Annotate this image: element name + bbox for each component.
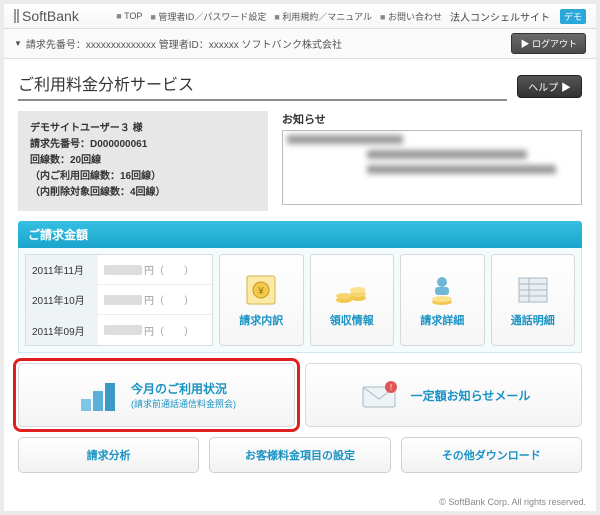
wide-label: 一定額お知らせメール [411, 387, 531, 404]
billing-analysis-button[interactable]: 請求分析 [18, 437, 199, 473]
other-download-button[interactable]: その他ダウンロード [401, 437, 582, 473]
bill-section-header: ご請求金額 [18, 221, 582, 248]
top-nav: TOP 管理者ID／パスワード設定 利用規約／マニュアル お問い合わせ 法人コン… [116, 9, 586, 24]
logout-button[interactable]: ▶ ログアウト [511, 33, 586, 54]
breadcrumb: ▼ 請求先番号：xxxxxxxxxxxxxx 管理者ID：xxxxxx ソフトバン… [14, 36, 342, 51]
notice-box [282, 130, 582, 205]
svg-text:!: ! [389, 383, 391, 392]
wide-sublabel: (請求前通話通信料金照会) [131, 397, 236, 410]
card-invoice-detail[interactable]: 請求詳細 [400, 254, 485, 346]
card-label: 領収情報 [330, 312, 374, 328]
corp-site-label: 法人コンシェルサイト [450, 9, 550, 24]
coins-stack-icon [332, 272, 372, 308]
footer-copyright: © SoftBank Corp. All rights reserved. [439, 497, 586, 507]
nav-top[interactable]: TOP [116, 11, 142, 21]
notice-heading: お知らせ [282, 111, 582, 127]
user-info-box: デモサイトユーザー３ 様 請求先番号：D000000061 回線数：20回線 （… [18, 111, 268, 211]
svg-text:¥: ¥ [257, 286, 264, 297]
bill-amount: 円（ ） [98, 262, 212, 277]
help-button[interactable]: ヘルプ ▶ [517, 75, 582, 98]
bill-month: 2011年11月 [26, 255, 98, 284]
card-call-log[interactable]: 通話明細 [491, 254, 576, 346]
user-name: デモサイトユーザー３ 様 [30, 123, 143, 134]
bar-chart-icon [77, 375, 121, 415]
mail-alert-icon: ! [357, 375, 401, 415]
current-usage-button[interactable]: 今月のご利用状況 (請求前通話通信料金照会) [18, 363, 295, 427]
bill-area: 2011年11月円（ ） 2011年10月円（ ） 2011年09月円（ ） ¥… [18, 248, 582, 353]
bill-list: 2011年11月円（ ） 2011年10月円（ ） 2011年09月円（ ） [25, 254, 213, 346]
nav-contact[interactable]: お問い合わせ [380, 10, 442, 23]
brand-bars-icon [14, 9, 19, 23]
card-invoice-breakdown[interactable]: ¥ 請求内訳 [219, 254, 304, 346]
nav-terms[interactable]: 利用規約／マニュアル [274, 10, 372, 23]
billing-number: 請求先番号：D000000061 [30, 139, 147, 150]
threshold-mail-button[interactable]: ! 一定額お知らせメール [305, 363, 582, 427]
triangle-icon: ▼ [14, 39, 22, 48]
card-label: 請求内訳 [239, 312, 283, 328]
active-lines: （内ご利用回線数：16回線） [30, 171, 161, 182]
user-stack-icon [422, 272, 462, 308]
bill-row[interactable]: 2011年11月円（ ） [26, 255, 212, 285]
wide-label: 今月のご利用状況 [131, 380, 236, 397]
page-title: ご利用料金分析サービス [18, 71, 507, 101]
nav-admin-id[interactable]: 管理者ID／パスワード設定 [150, 10, 266, 23]
demo-badge: デモ [560, 9, 586, 24]
ledger-icon [513, 272, 553, 308]
coin-doc-icon: ¥ [241, 272, 281, 308]
brand-text: SoftBank [22, 8, 79, 24]
card-label: 通話明細 [511, 312, 555, 328]
bill-row[interactable]: 2011年09月円（ ） [26, 315, 212, 345]
card-receipt-info[interactable]: 領収情報 [310, 254, 395, 346]
line-count: 回線数：20回線 [30, 155, 101, 166]
bill-month: 2011年10月 [26, 285, 98, 314]
account-info: 請求先番号：xxxxxxxxxxxxxx 管理者ID：xxxxxx ソフトバンク… [26, 36, 342, 51]
brand-logo: SoftBank [14, 8, 79, 24]
bill-row[interactable]: 2011年10月円（ ） [26, 285, 212, 315]
customer-fee-settings-button[interactable]: お客様料金項目の設定 [209, 437, 390, 473]
bill-amount: 円（ ） [98, 292, 212, 307]
deleted-lines: （内削除対象回線数：4回線） [30, 187, 166, 198]
card-label: 請求詳細 [420, 312, 464, 328]
bill-amount: 円（ ） [98, 323, 212, 338]
bill-month: 2011年09月 [26, 315, 98, 345]
